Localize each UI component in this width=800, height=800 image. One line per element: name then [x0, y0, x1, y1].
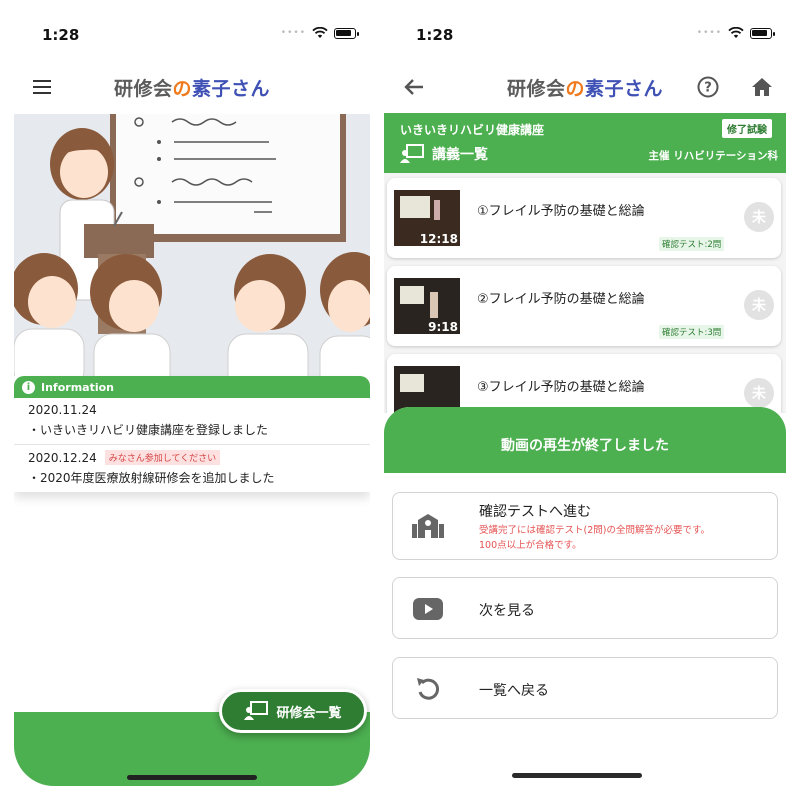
wifi-icon [728, 27, 744, 38]
lecture-title: ②フレイル予防の基礎と総論 [477, 292, 645, 307]
lecture-list: 12:18 ①フレイル予防の基礎と総論 確認テスト:2問 未 9:18 ②フレイ… [384, 173, 786, 413]
info-icon: i [22, 380, 35, 394]
home-indicator [127, 775, 257, 780]
sheet-title: 動画の再生が終了しました [384, 407, 786, 473]
news-body: ・いきいきリハビリ健康講座を登録しました [28, 423, 269, 437]
information-title: Information [41, 380, 114, 394]
home-indicator [512, 773, 642, 778]
lecture-list-title: 講義一覧 [432, 147, 488, 163]
status-time: 1:28 [416, 26, 454, 44]
status-icons: •••• [696, 27, 775, 39]
news-item[interactable]: 2020.12.24 みなさん参加してください ・2020年度医療放射線研修会を追… [14, 445, 370, 492]
quiz-count-badge: 確認テスト:3問 [659, 325, 725, 339]
watch-next-button[interactable]: 次を見る [392, 577, 778, 639]
status-bar: 1:28 •••• [14, 0, 370, 60]
back-to-list-label: 一覧へ戻る [479, 683, 549, 699]
go-to-quiz-label: 確認テストへ進む [479, 504, 591, 520]
phone-left: 1:28 •••• 研修会の素子さん i Information 2020.11… [14, 0, 370, 800]
lecture-list-heading: 講義一覧 [400, 144, 488, 164]
help-icon[interactable]: ? [696, 75, 720, 99]
school-icon [411, 509, 445, 543]
news-body: ・2020年度医療放射線研修会を追加しました [28, 471, 275, 485]
app-logo: 研修会の素子さん [506, 77, 664, 100]
wifi-icon [312, 27, 328, 38]
phone-right: 1:28 •••• 研修会の素子さん ? いきいきリハビリ健康講座 修了試験 講… [384, 0, 786, 800]
quiz-requirement-note: 受講完了には確認テスト(2問)の全問解答が必要です。 [479, 525, 711, 536]
app-header: 研修会の素子さん ? [384, 64, 786, 110]
course-host: 主催 リハビリテーション科 [648, 150, 778, 162]
lecture-item[interactable]: 9:18 ②フレイル予防の基礎と総論 確認テスト:3問 未 [387, 266, 781, 346]
seminar-list-button[interactable]: 研修会一覧 [219, 689, 367, 733]
app-header: 研修会の素子さん [14, 64, 370, 110]
course-title: いきいきリハビリ健康講座 [400, 123, 545, 137]
seminar-list-label: 研修会一覧 [276, 705, 342, 721]
signal-icon: •••• [696, 28, 722, 38]
news-date: 2020.11.24 [28, 403, 97, 417]
video-thumbnail: 12:18 [394, 190, 460, 246]
go-to-quiz-button[interactable]: 確認テストへ進む 受講完了には確認テスト(2問)の全問解答が必要です。 100点… [392, 492, 778, 560]
unwatched-status-badge: 未 [744, 378, 774, 408]
news-date: 2020.12.24 [28, 450, 97, 465]
watch-next-label: 次を見る [479, 603, 535, 619]
playback-finished-sheet: 動画の再生が終了しました 確認テストへ進む 受講完了には確認テスト(2問)の全問… [384, 407, 786, 800]
information-panel: i Information 2020.11.24 ・いきいきリハビリ健康講座を登… [14, 376, 370, 492]
status-icons: •••• [280, 27, 359, 39]
video-thumbnail [394, 366, 460, 413]
battery-icon [334, 27, 359, 39]
news-item[interactable]: 2020.11.24 ・いきいきリハビリ健康講座を登録しました [14, 398, 370, 445]
unwatched-status-badge: 未 [744, 290, 774, 320]
lecture-title: ③フレイル予防の基礎と総論 [477, 380, 645, 395]
video-duration: 12:18 [419, 232, 458, 246]
video-duration: 9:18 [428, 320, 458, 334]
home-icon[interactable] [750, 75, 774, 99]
hamburger-menu-icon[interactable] [30, 75, 54, 99]
hero-illustration [14, 114, 370, 376]
news-tag: みなさん参加してください [104, 450, 221, 465]
quiz-pass-note: 100点以上が合格です。 [479, 540, 582, 551]
final-exam-button[interactable]: 修了試験 [722, 119, 772, 138]
svg-text:?: ? [704, 81, 712, 96]
video-thumbnail: 9:18 [394, 278, 460, 334]
quiz-count-badge: 確認テスト:2問 [659, 237, 725, 251]
presentation-icon [400, 144, 424, 163]
lecture-item[interactable]: ③フレイル予防の基礎と総論 未 [387, 354, 781, 413]
status-time: 1:28 [42, 26, 80, 44]
lecture-item[interactable]: 12:18 ①フレイル予防の基礎と総論 確認テスト:2問 未 [387, 178, 781, 258]
presentation-icon [244, 701, 269, 720]
battery-icon [750, 27, 775, 39]
unwatched-status-badge: 未 [744, 202, 774, 232]
information-header: i Information [14, 376, 370, 398]
app-logo: 研修会の素子さん [113, 77, 271, 100]
status-bar: 1:28 •••• [384, 0, 786, 60]
youtube-play-icon [411, 592, 445, 626]
back-arrow-icon[interactable] [402, 75, 426, 99]
undo-icon [411, 672, 445, 706]
back-to-list-button[interactable]: 一覧へ戻る [392, 657, 778, 719]
lecture-title: ①フレイル予防の基礎と総論 [477, 204, 645, 219]
signal-icon: •••• [280, 28, 306, 38]
course-header: いきいきリハビリ健康講座 修了試験 講義一覧 主催 リハビリテーション科 [384, 113, 786, 173]
